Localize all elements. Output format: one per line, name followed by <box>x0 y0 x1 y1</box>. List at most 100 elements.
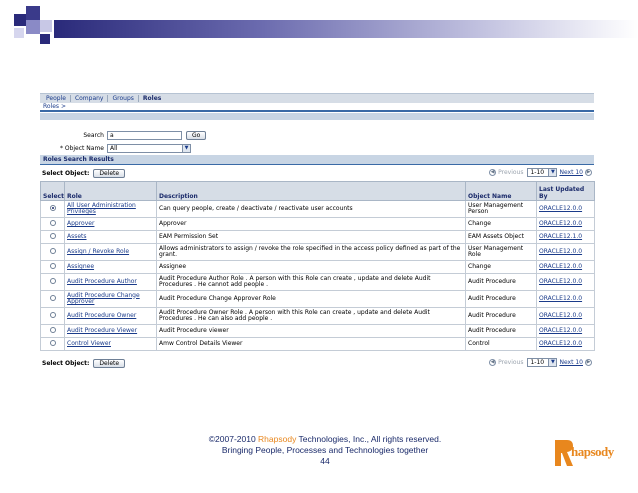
tab-roles[interactable]: Roles <box>139 95 165 102</box>
logo-wordmark: hapsody <box>571 444 614 459</box>
page-range-value: 1-10 <box>530 359 545 366</box>
updated-by-link[interactable]: ORACLE12.0.0 <box>539 248 582 255</box>
row-description: Assignee <box>156 260 466 274</box>
updated-by-link[interactable]: ORACLE12.1.0 <box>539 233 582 240</box>
table-row: Assignee Assignee Change ORACLE12.0.0 <box>40 260 595 274</box>
header-band <box>40 113 594 120</box>
top-action-bar: Select Object: Delete ◀ Previous 1-10 ▼ … <box>40 167 594 179</box>
updated-by-link[interactable]: ORACLE12.0.0 <box>539 205 582 212</box>
chevron-down-icon[interactable]: ▼ <box>182 145 190 152</box>
tab-people[interactable]: People <box>42 95 71 102</box>
results-header: Roles Search Results <box>40 155 594 165</box>
row-select-radio[interactable] <box>49 262 56 269</box>
row-select-radio[interactable] <box>49 247 56 254</box>
table-row: Assets EAM Permission Set EAM Assets Obj… <box>40 230 595 244</box>
breadcrumb-roles-link[interactable]: Roles > <box>43 103 66 110</box>
go-button[interactable]: Go <box>186 131 207 140</box>
col-select: Select <box>40 181 65 201</box>
col-description[interactable]: Description <box>156 181 466 201</box>
rhapsody-logo: hapsody <box>553 436 623 470</box>
pager-bottom: ◀ Previous 1-10 ▼ Next 10 ▶ <box>489 358 592 367</box>
role-link[interactable]: Audit Procedure Author <box>67 278 137 285</box>
page-range-value: 1-10 <box>530 169 545 176</box>
table-row: Audit Procedure Owner Audit Procedure Ow… <box>40 307 595 325</box>
chevron-down-icon[interactable]: ▼ <box>548 359 557 366</box>
row-select-radio[interactable] <box>49 339 56 346</box>
row-object-name: Control <box>465 337 537 351</box>
tab-groups[interactable]: Groups <box>108 95 139 102</box>
row-description: Audit Procedure viewer <box>156 324 466 338</box>
top-nav-tabs: People Company Groups Roles <box>40 93 594 103</box>
tagline: Bringing People, Processes and Technolog… <box>221 445 429 455</box>
updated-by-link[interactable]: ORACLE12.0.0 <box>539 327 582 334</box>
row-object-name: Change <box>465 217 537 231</box>
row-description: Amw Control Details Viewer <box>156 337 466 351</box>
role-link[interactable]: Assignee <box>67 263 94 270</box>
page-number: 44 <box>320 456 330 466</box>
next-link[interactable]: Next 10 <box>559 169 583 176</box>
row-object-name: EAM Assets Object <box>465 230 537 244</box>
row-select-radio[interactable] <box>49 232 56 239</box>
row-select-radio[interactable] <box>49 311 56 318</box>
role-link[interactable]: Audit Procedure Change Approver <box>67 292 140 306</box>
table-row: Approver Approver Change ORACLE12.0.0 <box>40 217 595 231</box>
previous-icon: ◀ <box>489 169 497 176</box>
updated-by-link[interactable]: ORACLE12.0.0 <box>539 340 582 347</box>
role-link[interactable]: All User Administration Privileges <box>67 202 136 216</box>
previous-icon: ◀ <box>489 359 497 366</box>
col-object-name[interactable]: Object Name <box>465 181 537 201</box>
page-range-select[interactable]: 1-10 ▼ <box>527 358 558 367</box>
row-description: Can query people, create / deactivate / … <box>156 200 466 218</box>
row-select-radio[interactable] <box>49 277 56 284</box>
slide-header-decoration <box>0 0 638 70</box>
roles-search-page: People Company Groups Roles Roles > Sear… <box>40 93 595 374</box>
col-last-updated-by[interactable]: Last Updated By <box>536 181 595 201</box>
row-select-radio[interactable] <box>49 204 56 211</box>
delete-button-top[interactable]: Delete <box>93 168 126 178</box>
breadcrumb: Roles > <box>40 103 594 112</box>
row-object-name: User Management Role <box>465 243 537 261</box>
roles-table: Select Role Description Object Name Last… <box>40 181 595 351</box>
role-link[interactable]: Assign / Revoke Role <box>67 248 129 255</box>
search-row: Search a Go <box>40 130 594 141</box>
search-input[interactable]: a <box>107 131 182 140</box>
tab-company[interactable]: Company <box>71 95 109 102</box>
object-name-row: * Object Name All ▼ <box>40 143 594 154</box>
bottom-action-bar: Select Object: Delete ◀ Previous 1-10 ▼ … <box>40 357 594 369</box>
table-row: Audit Procedure Author Audit Procedure A… <box>40 273 595 291</box>
row-description: Audit Procedure Owner Role . A person wi… <box>156 307 466 325</box>
row-select-radio[interactable] <box>49 294 56 301</box>
row-description: Approver <box>156 217 466 231</box>
next-link[interactable]: Next 10 <box>559 359 583 366</box>
delete-button-bottom[interactable]: Delete <box>93 358 126 368</box>
object-name-select[interactable]: All ▼ <box>107 144 191 153</box>
slide-footer: ©2007-2010 Rhapsody Technologies, Inc., … <box>150 434 500 467</box>
role-link[interactable]: Assets <box>67 233 87 240</box>
updated-by-link[interactable]: ORACLE12.0.0 <box>539 220 582 227</box>
updated-by-link[interactable]: ORACLE12.0.0 <box>539 312 582 319</box>
table-row: Assign / Revoke Role Allows administrato… <box>40 243 595 261</box>
row-description: Audit Procedure Author Role . A person w… <box>156 273 466 291</box>
row-object-name: Audit Procedure <box>465 273 537 291</box>
role-link[interactable]: Approver <box>67 220 94 227</box>
page-range-select[interactable]: 1-10 ▼ <box>527 168 558 177</box>
role-link[interactable]: Control Viewer <box>67 340 111 347</box>
updated-by-link[interactable]: ORACLE12.0.0 <box>539 295 582 302</box>
col-role[interactable]: Role <box>64 181 157 201</box>
row-select-radio[interactable] <box>49 219 56 226</box>
next-icon[interactable]: ▶ <box>585 359 592 366</box>
copyright-suffix: Technologies, Inc., All rights reserved. <box>296 434 442 444</box>
role-link[interactable]: Audit Procedure Viewer <box>67 327 137 334</box>
role-link[interactable]: Audit Procedure Owner <box>67 312 136 319</box>
chevron-down-icon[interactable]: ▼ <box>548 169 557 176</box>
table-row: Audit Procedure Change Approver Audit Pr… <box>40 290 595 308</box>
row-select-radio[interactable] <box>49 326 56 333</box>
updated-by-link[interactable]: ORACLE12.0.0 <box>539 278 582 285</box>
updated-by-link[interactable]: ORACLE12.0.0 <box>539 263 582 270</box>
row-description: Allows administrators to assign / revoke… <box>156 243 466 261</box>
table-row: Audit Procedure Viewer Audit Procedure v… <box>40 324 595 338</box>
next-icon[interactable]: ▶ <box>585 169 592 176</box>
row-object-name: Change <box>465 260 537 274</box>
table-row: All User Administration Privileges Can q… <box>40 200 595 218</box>
row-description: Audit Procedure Change Approver Role <box>156 290 466 308</box>
